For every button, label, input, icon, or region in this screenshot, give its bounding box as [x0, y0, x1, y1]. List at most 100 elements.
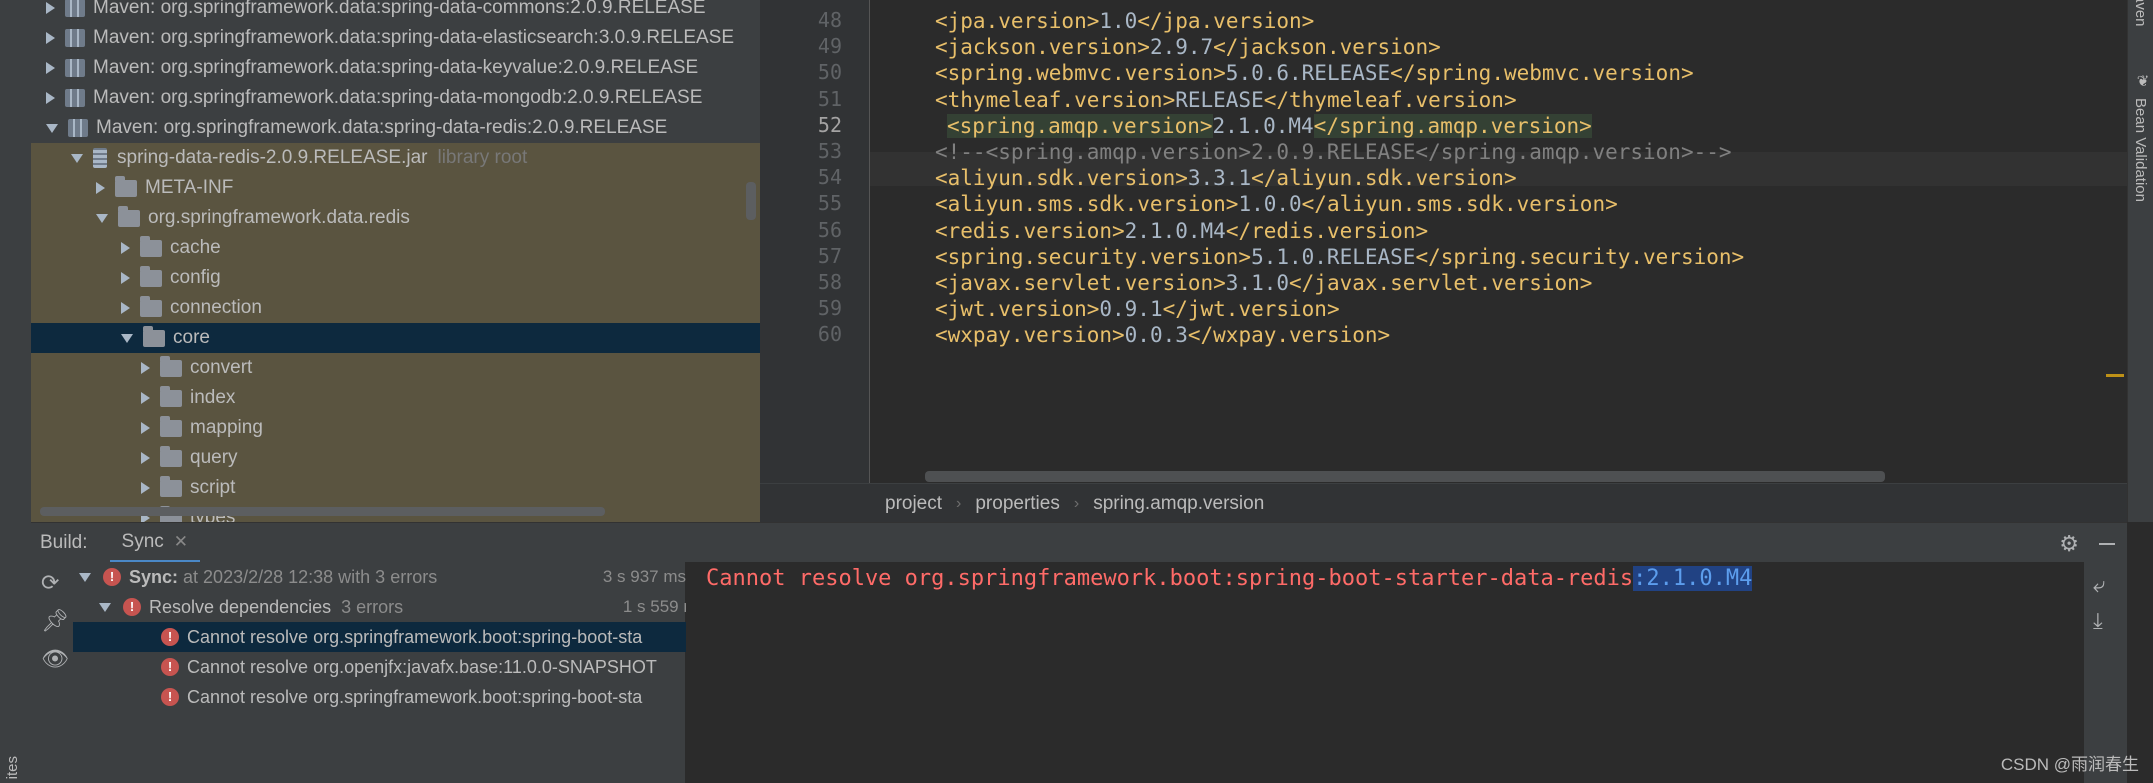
- chevron-right-icon[interactable]: [96, 182, 105, 194]
- chevron-right-icon[interactable]: [141, 482, 150, 494]
- build-tree-item[interactable]: ! Sync: at 2023/2/28 12:38 with 3 errors 3…: [73, 562, 691, 592]
- folder-icon: [160, 355, 182, 377]
- code-open-tag: <aliyun.sdk.version>: [935, 166, 1188, 191]
- chevron-right-icon[interactable]: [46, 92, 55, 104]
- chevron-right-icon[interactable]: [141, 422, 150, 434]
- breadcrumb-item[interactable]: spring.amqp.version: [1093, 493, 1264, 515]
- code-close-tag: </redis.version>: [1225, 218, 1429, 243]
- close-icon[interactable]: ✕: [174, 532, 188, 552]
- refresh-icon[interactable]: ⟳: [41, 570, 59, 596]
- tree-item[interactable]: query: [31, 443, 760, 473]
- code-editor[interactable]: <jpa.version>1.0</jpa.version> <jackson.v…: [870, 0, 2127, 483]
- tree-item[interactable]: META-INF: [31, 173, 760, 203]
- code-line: <!--<spring.amqp.version>2.0.9.RELEASE</…: [935, 140, 1732, 164]
- build-tree[interactable]: ! Sync: at 2023/2/28 12:38 with 3 errors 3…: [73, 562, 773, 783]
- tree-item[interactable]: Maven: org.springframework.data:spring-d…: [31, 23, 760, 53]
- tree-item[interactable]: script: [31, 473, 760, 503]
- maven-tool-label[interactable]: aven: [2132, 0, 2149, 27]
- tree-item[interactable]: index: [31, 383, 760, 413]
- code-line: <spring.amqp.version>2.1.0.M4</spring.am…: [947, 113, 1592, 138]
- tree-item-label: Maven: org.springframework.data:spring-d…: [93, 57, 699, 78]
- project-tree[interactable]: Maven: org.springframework.data:spring-d…: [31, 0, 760, 522]
- breadcrumb-item[interactable]: properties: [975, 493, 1060, 515]
- favorites-tool-label[interactable]: ites: [4, 756, 21, 779]
- code-value: RELEASE: [1175, 87, 1264, 112]
- breadcrumb-separator-icon: ›: [956, 495, 962, 512]
- code-open-tag: <jwt.version>: [935, 297, 1100, 322]
- code-line: <jackson.version>2.9.7</jackson.version>: [935, 35, 1441, 59]
- tree-item[interactable]: core: [31, 323, 760, 353]
- pin-icon[interactable]: 📌︎: [41, 608, 69, 634]
- line-number: 56: [817, 217, 842, 242]
- tree-item[interactable]: mapping: [31, 413, 760, 443]
- right-tool-strip: aven ❦ Bean Validation: [2127, 0, 2153, 522]
- tree-item[interactable]: convert: [31, 353, 760, 383]
- chevron-right-icon[interactable]: [121, 272, 130, 284]
- folder-icon: [140, 265, 162, 287]
- tree-item[interactable]: config: [31, 263, 760, 293]
- tree-horizontal-scrollbar[interactable]: [40, 507, 605, 516]
- chevron-right-icon[interactable]: [46, 32, 55, 44]
- tree-item[interactable]: Maven: org.springframework.data:spring-d…: [31, 53, 760, 83]
- folder-icon: [118, 205, 140, 227]
- chevron-right-icon[interactable]: [121, 242, 130, 254]
- code-close-tag: </aliyun.sdk.version>: [1251, 166, 1517, 191]
- line-number: 53: [817, 139, 842, 163]
- chevron-right-icon[interactable]: [46, 62, 55, 74]
- chevron-right-icon[interactable]: [141, 362, 150, 374]
- warning-marker[interactable]: [2106, 374, 2124, 377]
- tree-item[interactable]: cache: [31, 233, 760, 263]
- tree-vertical-scrollbar[interactable]: [746, 182, 756, 220]
- code-value: 1.0.0: [1238, 192, 1302, 217]
- minimize-icon[interactable]: [2099, 543, 2115, 545]
- code-value: 2.1.0.M4: [1212, 113, 1314, 138]
- tree-item[interactable]: org.springframework.data.redis: [31, 203, 760, 233]
- tree-item-label: core: [173, 327, 210, 348]
- tree-item[interactable]: connection: [31, 293, 760, 323]
- code-close-tag: </thymeleaf.version>: [1263, 87, 1517, 112]
- chevron-down-icon[interactable]: [46, 123, 58, 133]
- code-open-tag: <spring.amqp.version>: [947, 113, 1213, 138]
- tab-sync-label: Sync: [121, 530, 164, 552]
- scroll-to-end-icon[interactable]: ⤓: [2093, 608, 2103, 634]
- chevron-right-icon[interactable]: [141, 452, 150, 464]
- tree-item[interactable]: Maven: org.springframework.data:spring-d…: [31, 83, 760, 113]
- build-console[interactable]: Cannot resolve org.springframework.boot:…: [686, 562, 2084, 783]
- folder-icon: [160, 385, 182, 407]
- chevron-down-icon[interactable]: [96, 213, 108, 223]
- tree-item[interactable]: spring-data-redis-2.0.9.RELEASE.jar libra…: [31, 143, 760, 173]
- tab-sync[interactable]: Sync ✕: [109, 523, 201, 563]
- code-value: 2.1.0.M4: [1124, 218, 1226, 243]
- gutter-divider: [869, 0, 870, 483]
- code-line: <aliyun.sms.sdk.version>1.0.0</aliyun.sm…: [935, 192, 1618, 216]
- line-number: 60: [817, 322, 842, 347]
- build-tree-item[interactable]: ! Resolve dependencies 3 errors 1 s 559 ms: [73, 592, 711, 622]
- breadcrumb-item[interactable]: project: [885, 493, 942, 515]
- chevron-down-icon[interactable]: [71, 153, 83, 163]
- build-tree-item[interactable]: ! Cannot resolve org.openjfx:javafx.base:…: [73, 652, 773, 682]
- line-number: 50: [817, 60, 842, 85]
- gear-icon[interactable]: ⚙: [2059, 531, 2079, 557]
- eye-icon[interactable]: 👁︎: [41, 646, 69, 672]
- build-tree-item[interactable]: ! Cannot resolve org.springframework.boot…: [73, 682, 773, 712]
- chevron-down-icon[interactable]: [99, 602, 111, 612]
- tree-item-label: mapping: [190, 417, 263, 438]
- code-open-tag: <spring.webmvc.version>: [935, 61, 1226, 86]
- tree-item[interactable]: Maven: org.springframework.data:spring-d…: [31, 0, 760, 23]
- tree-item[interactable]: Maven: org.springframework.data:spring-d…: [31, 113, 760, 143]
- bean-validation-tool-label[interactable]: Bean Validation: [2132, 98, 2149, 202]
- code-line: <redis.version>2.1.0.M4</redis.version>: [935, 219, 1428, 243]
- tree-item-label: Maven: org.springframework.data:spring-d…: [93, 87, 703, 108]
- chevron-down-icon[interactable]: [121, 333, 133, 343]
- chevron-right-icon[interactable]: [46, 2, 55, 14]
- soft-wrap-icon[interactable]: ⤶: [2093, 572, 2105, 598]
- tree-item-label: script: [190, 477, 236, 498]
- chevron-down-icon[interactable]: [79, 572, 91, 582]
- tree-item-label: spring-data-redis-2.0.9.RELEASE.jar: [117, 147, 428, 168]
- left-tool-strip: ites: [0, 0, 32, 783]
- editor-horizontal-scrollbar[interactable]: [925, 471, 1885, 482]
- build-tree-item[interactable]: ! Cannot resolve org.springframework.boot…: [73, 622, 773, 652]
- chevron-right-icon[interactable]: [141, 392, 150, 404]
- folder-icon: [160, 475, 182, 497]
- chevron-right-icon[interactable]: [121, 302, 130, 314]
